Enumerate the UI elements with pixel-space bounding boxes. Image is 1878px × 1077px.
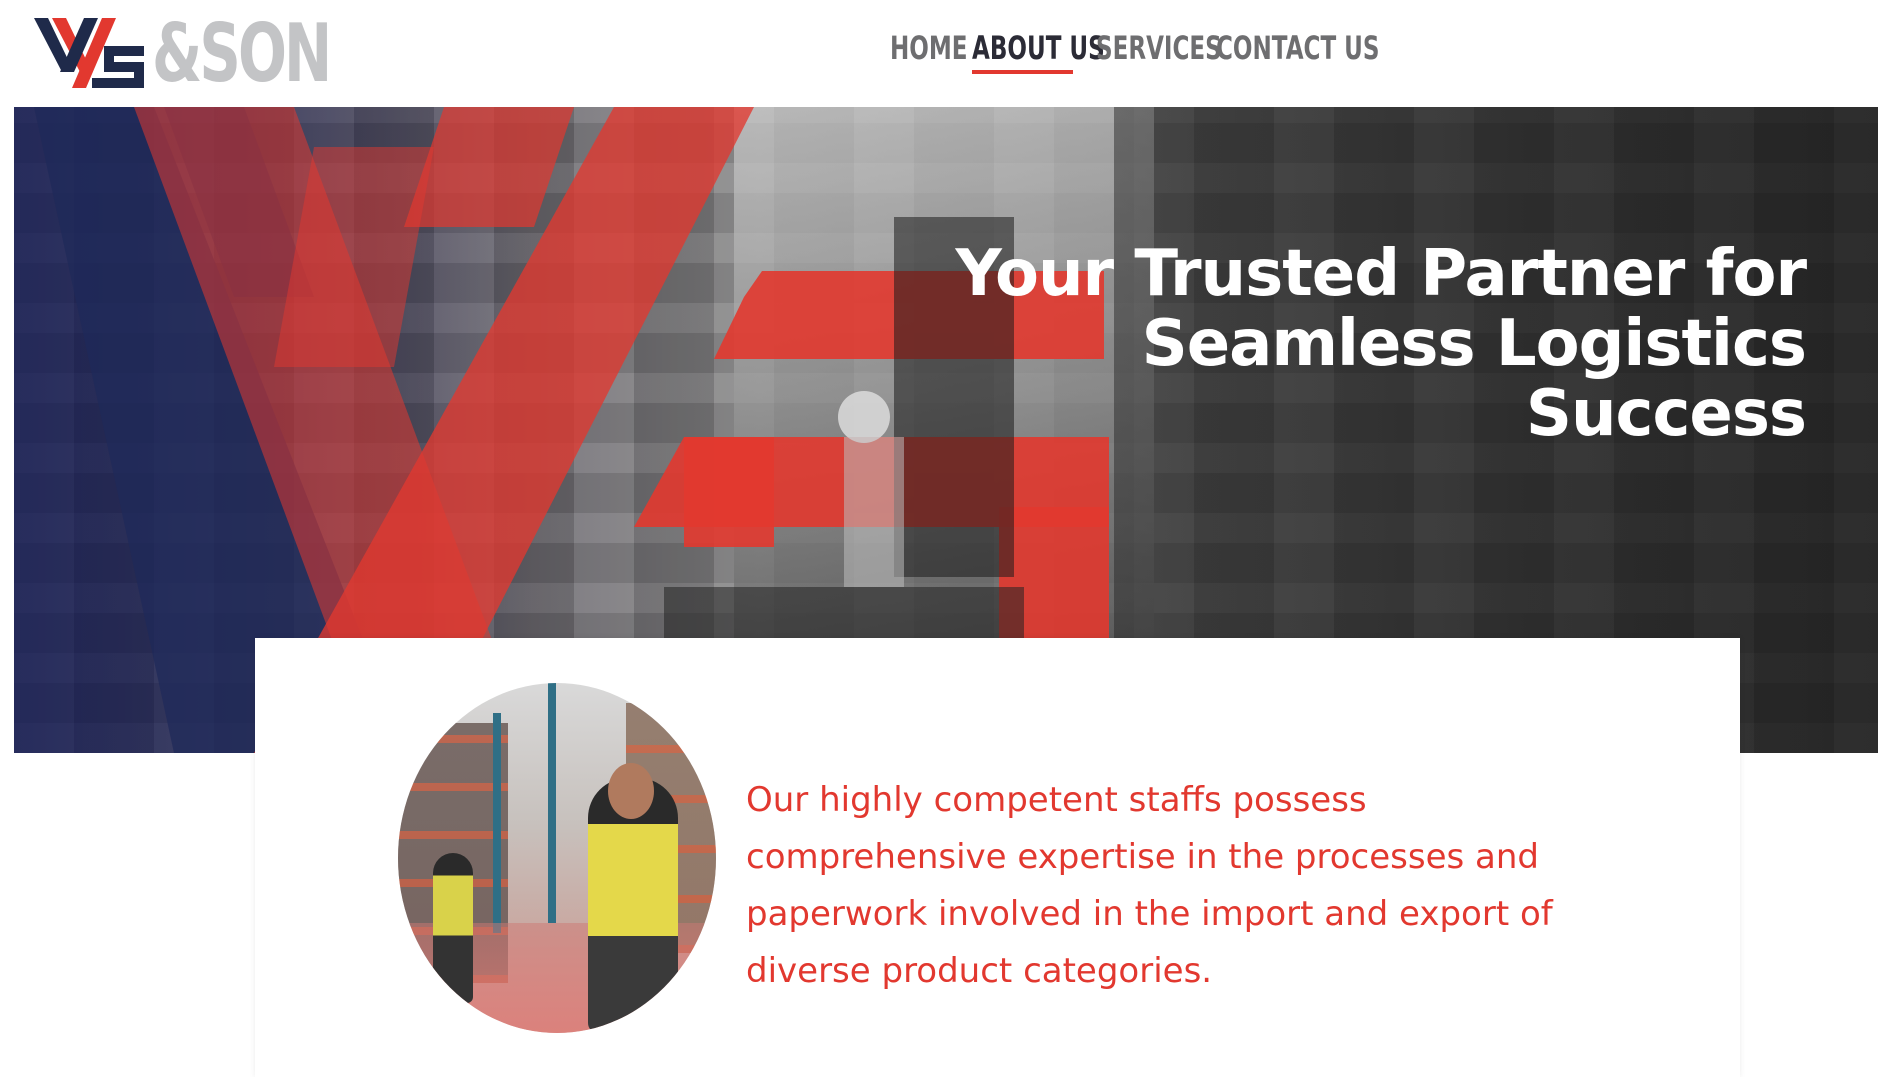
nav-services[interactable]: SERVICES [1096, 24, 1222, 72]
nav-contact-us[interactable]: CONTACT US [1216, 24, 1379, 72]
about-card: Our highly competent staffs possess comp… [255, 638, 1740, 1077]
photo-worker-head [608, 763, 654, 819]
photo-worker-background [433, 853, 473, 1003]
hero-headline-line3: Success [1525, 377, 1807, 451]
nav-home[interactable]: HOME [890, 24, 968, 72]
photo-rack-pole [493, 713, 501, 933]
about-description: Our highly competent staffs possess comp… [746, 780, 1553, 991]
photo-rack-pole [548, 683, 556, 923]
hero-headline-line1: Your Trusted Partner for [955, 237, 1808, 311]
staff-photo [398, 683, 716, 1033]
main-nav: HOME ABOUT US SERVICES CONTACT US [0, 24, 1878, 80]
hero-headline: Your Trusted Partner for Seamless Logist… [906, 237, 1808, 451]
nav-about-us[interactable]: ABOUT US [972, 24, 1105, 72]
site-header: &SON HOME ABOUT US SERVICES CONTACT US [0, 0, 1878, 107]
nav-active-underline [972, 70, 1073, 74]
hero-headline-line2: Seamless Logistics [1141, 307, 1807, 381]
page: &SON HOME ABOUT US SERVICES CONTACT US Y… [0, 0, 1878, 1077]
